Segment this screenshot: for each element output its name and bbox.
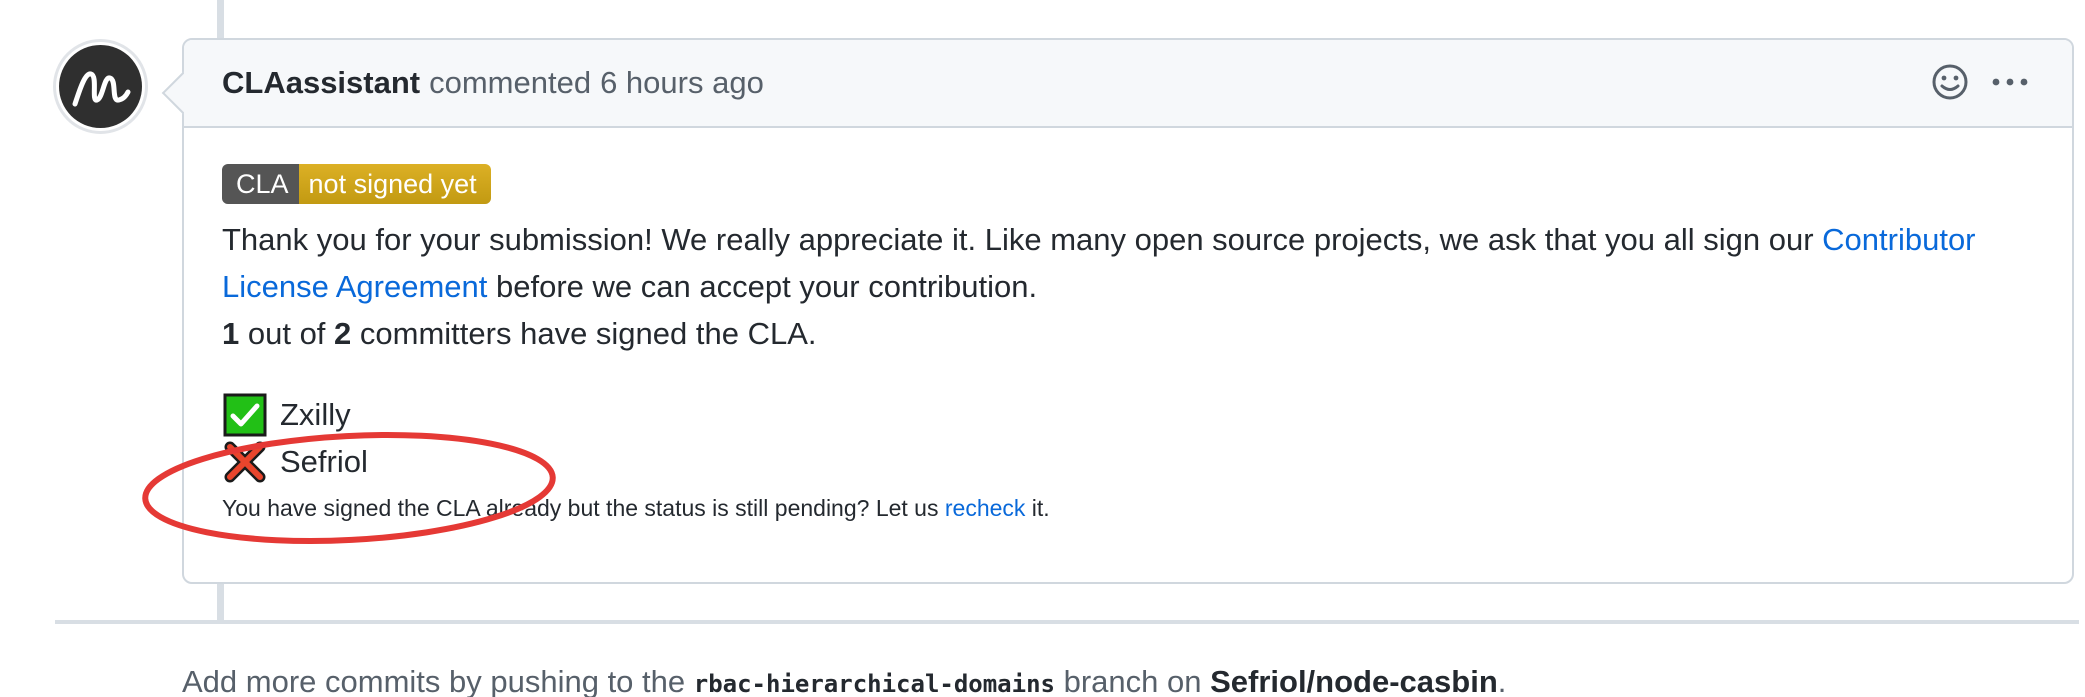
cla-status-badge[interactable]: CLA not signed yet	[222, 164, 491, 204]
cla-badge-value: not signed yet	[298, 164, 491, 204]
kebab-horizontal-icon[interactable]	[1988, 62, 2032, 102]
footer-middle: branch on	[1054, 664, 1211, 697]
comment-header-actions	[1930, 62, 2032, 102]
recheck-before: You have signed the CLA already but the …	[222, 495, 945, 521]
merge-hint: Add more commits by pushing to the rbac-…	[182, 664, 1506, 697]
avatar[interactable]	[53, 39, 148, 134]
status-tail: committers have signed the CLA.	[351, 316, 817, 351]
comment-message: Thank you for your submission! We really…	[222, 216, 2052, 357]
comment-body: CLA not signed yet Thank you for your su…	[184, 128, 2072, 522]
timeline-divider	[55, 620, 2079, 624]
recheck-after: it.	[1025, 495, 1050, 521]
cross-icon	[222, 439, 268, 485]
check-box-icon	[222, 392, 268, 438]
recheck-note: You have signed the CLA already but the …	[222, 495, 2034, 522]
comment-box: CLAassistant commented 6 hours ago CLA n…	[161, 38, 2074, 584]
message-outro: before we can accept your contribution.	[487, 269, 1038, 304]
comment-header: CLAassistant commented 6 hours ago	[184, 40, 2072, 128]
status-mid: out of	[239, 316, 335, 351]
footer-after: .	[1497, 664, 1507, 697]
comment-timestamp[interactable]: 6 hours ago	[600, 65, 764, 101]
scribble-logo-icon	[59, 45, 142, 128]
recheck-link[interactable]: recheck	[945, 495, 1026, 521]
smiley-icon[interactable]	[1930, 62, 1970, 102]
repo-name[interactable]: Sefriol/node-casbin	[1210, 664, 1498, 697]
committer-item: Zxilly	[222, 391, 2034, 438]
committer-list: Zxilly Sefriol	[222, 391, 2034, 485]
committer-name: Zxilly	[280, 396, 351, 432]
signed-count: 1	[222, 316, 240, 351]
cla-badge-label: CLA	[222, 164, 299, 204]
committer-name: Sefriol	[280, 443, 368, 479]
total-count: 2	[334, 316, 352, 351]
comment-author[interactable]: CLAassistant	[222, 65, 420, 101]
footer-before: Add more commits by pushing to the	[182, 664, 694, 697]
branch-name[interactable]: rbac-hierarchical-domains	[694, 670, 1055, 697]
committer-item: Sefriol	[222, 438, 2034, 485]
message-intro: Thank you for your submission! We really…	[222, 222, 1823, 257]
comment-action: commented	[429, 65, 592, 100]
